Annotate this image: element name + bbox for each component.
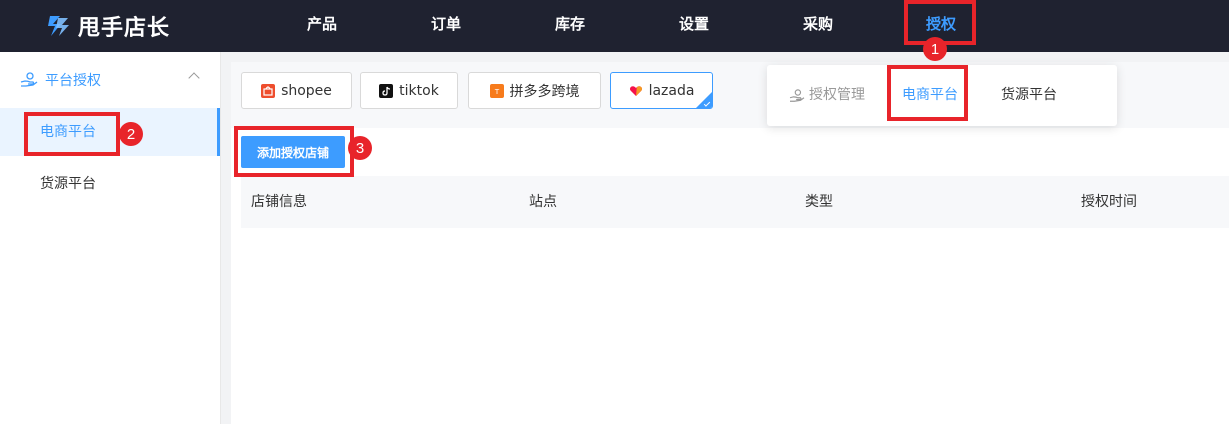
tab-pinduoduo-global[interactable]: T 拼多多跨境	[468, 72, 601, 109]
tab-tiktok[interactable]: tiktok	[360, 72, 458, 109]
tiktok-icon	[379, 83, 394, 98]
column-header-shop-info[interactable]: 店铺信息	[251, 176, 307, 228]
tab-shopee[interactable]: shopee	[241, 72, 352, 109]
hand-coin-icon	[789, 88, 805, 102]
tab-label: lazada	[648, 82, 695, 99]
sidebar-group-label: 平台授权	[45, 73, 101, 89]
add-authorized-shop-button[interactable]: 添加授权店铺	[241, 136, 345, 168]
authorization-dropdown-menu: 授权管理 电商平台 货源平台	[767, 65, 1117, 126]
dropdown-item-auth-management: 授权管理	[789, 65, 865, 126]
sidebar-item-supply[interactable]: 货源平台	[0, 160, 220, 208]
column-header-type[interactable]: 类型	[805, 176, 833, 228]
sidebar-item-ecommerce[interactable]: 电商平台	[0, 108, 220, 156]
top-navbar: 甩手店长 产品 订单 库存 设置 采购 授权	[0, 0, 1229, 52]
lazada-icon	[629, 84, 643, 98]
shopee-icon	[261, 83, 276, 98]
hand-coin-icon	[20, 72, 38, 87]
dropdown-item-supply[interactable]: 货源平台	[1001, 65, 1057, 126]
tab-label: tiktok	[399, 82, 439, 99]
sidebar: 平台授权 电商平台 货源平台	[0, 52, 221, 424]
tab-label: 拼多多跨境	[509, 83, 580, 100]
logo-icon	[48, 16, 69, 36]
tab-label: shopee	[281, 82, 332, 99]
dropdown-item-label: 授权管理	[809, 87, 865, 103]
app-logo[interactable]: 甩手店长	[44, 10, 170, 42]
column-header-site[interactable]: 站点	[529, 176, 557, 228]
chevron-up-icon	[188, 72, 200, 84]
nav-item-authorization[interactable]: 授权	[911, 0, 971, 48]
app-title: 甩手店长	[78, 16, 171, 41]
nav-item-orders[interactable]: 订单	[416, 0, 476, 48]
svg-text:T: T	[493, 88, 499, 96]
column-header-auth-time[interactable]: 授权时间	[1081, 176, 1137, 228]
nav-item-inventory[interactable]: 库存	[540, 0, 600, 48]
dropdown-item-ecommerce[interactable]: 电商平台	[902, 65, 958, 126]
tab-lazada[interactable]: lazada	[610, 72, 713, 109]
nav-item-settings[interactable]: 设置	[664, 0, 724, 48]
nav-item-products[interactable]: 产品	[292, 0, 352, 48]
temu-icon: T	[489, 83, 504, 98]
nav-item-purchase[interactable]: 采购	[788, 0, 848, 48]
table-header: 店铺信息 站点 类型 授权时间	[241, 176, 1229, 228]
sidebar-group-platform-auth[interactable]: 平台授权	[0, 62, 220, 98]
